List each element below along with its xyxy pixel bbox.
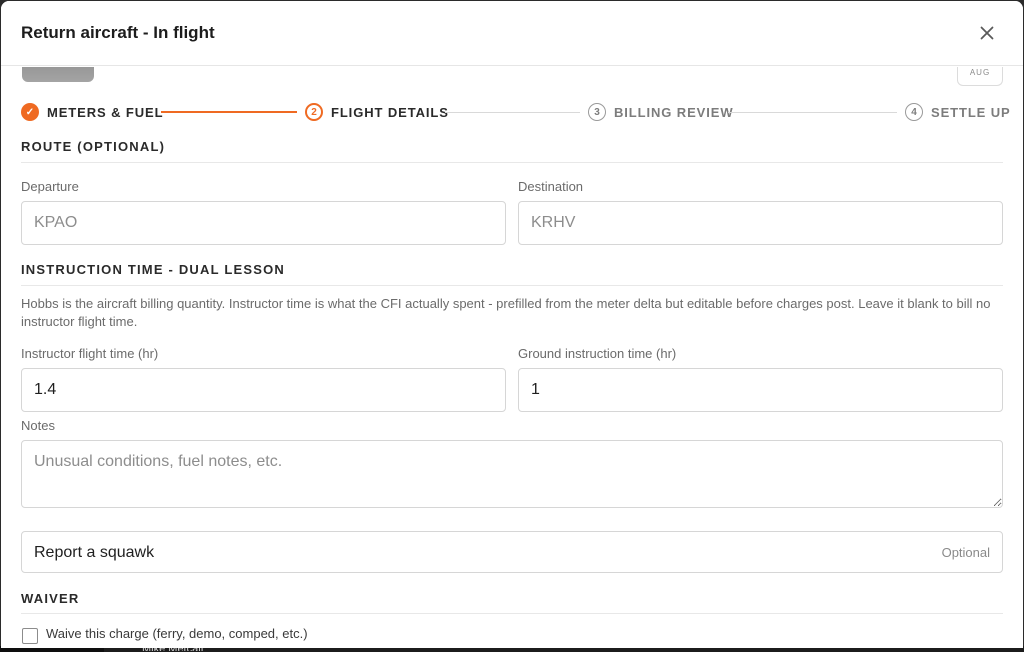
close-button[interactable] (975, 21, 999, 45)
squawk-optional-tag: Optional (941, 545, 990, 560)
step-number: 2 (305, 103, 323, 121)
destination-input[interactable] (518, 201, 1003, 245)
step-number: 4 (905, 103, 923, 121)
waiver-section-title: WAIVER (21, 591, 80, 606)
squawk-label: Report a squawk (34, 544, 155, 561)
modal-body[interactable]: AUG ✓ METERS & FUEL 2 FLIGHT DETAILS 3 B… (1, 67, 1023, 648)
step-settle-up[interactable]: 4 SETTLE UP (905, 102, 1011, 122)
step-label: SETTLE UP (931, 104, 1011, 120)
divider (21, 162, 1003, 163)
instruction-section-title: INSTRUCTION TIME - DUAL LESSON (21, 262, 285, 277)
departure-input[interactable] (21, 201, 506, 245)
stepper: ✓ METERS & FUEL 2 FLIGHT DETAILS 3 BILLI… (21, 102, 1010, 122)
step-billing-review[interactable]: 3 BILLING REVIEW (588, 102, 734, 122)
return-aircraft-modal: Return aircraft - In flight AUG ✓ METERS… (1, 1, 1023, 648)
departure-label: Departure (21, 179, 79, 194)
step-label: BILLING REVIEW (614, 104, 734, 120)
date-chip: AUG (957, 67, 1003, 86)
divider (21, 613, 1003, 614)
step-check-icon: ✓ (21, 103, 39, 121)
notes-textarea[interactable] (21, 440, 1003, 508)
step-label: METERS & FUEL (47, 104, 164, 120)
instructor-flight-time-label: Instructor flight time (hr) (21, 346, 159, 361)
route-section-title: ROUTE (OPTIONAL) (21, 139, 166, 154)
report-squawk-button[interactable]: Report a squawk Optional (21, 531, 1003, 573)
step-connector (161, 111, 297, 113)
instructor-flight-time-input[interactable] (21, 368, 506, 412)
modal-title: Return aircraft - In flight (21, 23, 215, 42)
notes-label: Notes (21, 418, 55, 433)
step-connector (445, 112, 580, 113)
instruction-help-text: Hobbs is the aircraft billing quantity. … (21, 296, 991, 329)
ground-instruction-time-input[interactable] (518, 368, 1003, 412)
step-connector (728, 112, 897, 113)
step-label: FLIGHT DETAILS (331, 104, 449, 120)
divider (21, 285, 1003, 286)
step-meters-fuel[interactable]: ✓ METERS & FUEL (21, 102, 163, 122)
waive-charge-label[interactable]: Waive this charge (ferry, demo, comped, … (46, 626, 308, 641)
modal-header: Return aircraft - In flight (1, 1, 1023, 66)
aircraft-thumbnail (22, 67, 94, 82)
step-flight-details[interactable]: 2 FLIGHT DETAILS (305, 102, 449, 122)
close-icon (980, 26, 994, 40)
ground-instruction-time-label: Ground instruction time (hr) (518, 346, 677, 361)
step-number: 3 (588, 103, 606, 121)
date-chip-month: AUG (969, 68, 991, 77)
destination-label: Destination (518, 179, 584, 194)
waive-charge-checkbox[interactable] (22, 628, 38, 644)
